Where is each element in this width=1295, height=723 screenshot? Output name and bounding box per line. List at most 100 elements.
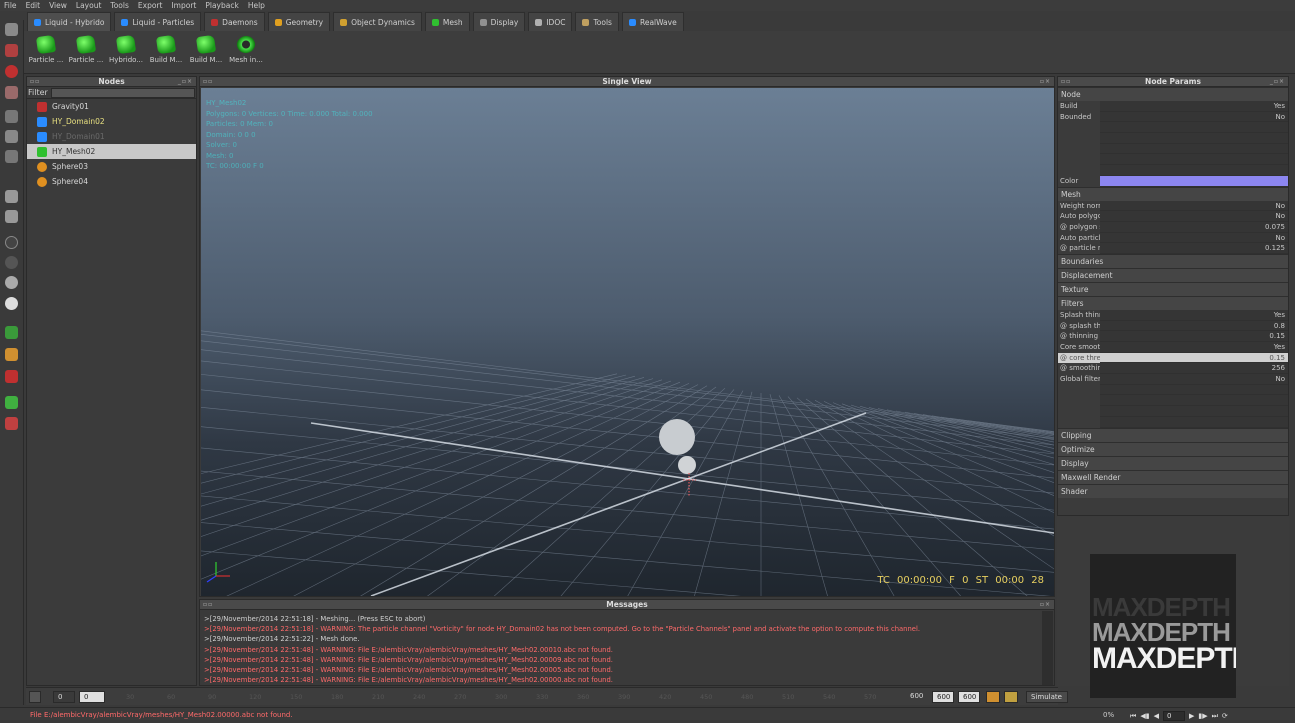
- node-item[interactable]: Sphere03: [27, 159, 196, 174]
- timeline-bar[interactable]: 0 0 30 60 90 120 150 180 210 240 270 300 330 360 390…: [26, 687, 1068, 705]
- tab-liquid-hybrido[interactable]: Liquid - Hybrido: [27, 12, 112, 31]
- param-row[interactable]: Auto particle radius No: [1058, 232, 1288, 244]
- menu-tools[interactable]: Tools: [110, 0, 128, 11]
- tab-liquid-particles[interactable]: Liquid - Particles: [114, 12, 202, 31]
- tab-daemons[interactable]: Daemons: [204, 12, 265, 31]
- param-row[interactable]: @ polygon size 0.075: [1058, 221, 1288, 233]
- select-tool-icon[interactable]: [5, 23, 18, 36]
- param-row[interactable]: [1058, 416, 1288, 428]
- menu-view[interactable]: View: [49, 0, 67, 11]
- menu-layout[interactable]: Layout: [76, 0, 102, 11]
- param-row[interactable]: Global filter No: [1058, 374, 1288, 385]
- section-clipping[interactable]: Clipping: [1058, 427, 1288, 442]
- first-frame-icon[interactable]: ⏮: [1130, 712, 1136, 721]
- viewport-3d[interactable]: HY_Mesh02 Polygons: 0 Vertices: 0 Time: 0…: [201, 88, 1054, 596]
- white-sphere-icon[interactable]: [5, 297, 18, 310]
- param-row[interactable]: [1058, 143, 1288, 155]
- toolbar-button-3[interactable]: Hybrido...: [107, 34, 145, 72]
- param-value[interactable]: No: [1100, 111, 1288, 123]
- menu-edit[interactable]: Edit: [26, 0, 41, 11]
- param-value[interactable]: [1100, 416, 1288, 428]
- section-boundaries[interactable]: Boundaries: [1058, 253, 1288, 268]
- param-row[interactable]: Bounded No: [1058, 111, 1288, 123]
- timeline-end-3[interactable]: 600: [958, 691, 980, 703]
- messages-scrollbar[interactable]: [1042, 611, 1053, 685]
- node-item[interactable]: Gravity01: [27, 99, 196, 114]
- section-texture[interactable]: Texture: [1058, 281, 1288, 296]
- param-value[interactable]: No: [1100, 374, 1288, 385]
- menu-file[interactable]: File: [4, 0, 17, 11]
- param-row[interactable]: @ smoothing steps 256: [1058, 363, 1288, 375]
- param-value[interactable]: [1100, 165, 1288, 176]
- lock-icon[interactable]: [29, 691, 41, 703]
- shape-tool-2-icon[interactable]: [5, 210, 18, 223]
- param-row[interactable]: Build Yes: [1058, 101, 1288, 112]
- param-row[interactable]: [1058, 406, 1288, 417]
- tab-geometry[interactable]: Geometry: [267, 12, 331, 31]
- param-row[interactable]: Auto polygon size No: [1058, 211, 1288, 222]
- step-back-icon[interactable]: ◀▮: [1140, 712, 1149, 720]
- sphere-04-object[interactable]: [678, 456, 696, 474]
- node-item[interactable]: Sphere04: [27, 174, 196, 189]
- toolbar-button-2[interactable]: Particle ...: [67, 34, 105, 72]
- param-row[interactable]: [1058, 154, 1288, 166]
- snap-icon[interactable]: [5, 110, 18, 123]
- param-value[interactable]: 0.8: [1100, 320, 1288, 332]
- param-value[interactable]: Yes: [1100, 342, 1288, 353]
- section-optimize[interactable]: Optimize: [1058, 441, 1288, 456]
- param-row[interactable]: @ core threshold 0.15: [1058, 352, 1288, 364]
- timeline-current-field[interactable]: 0: [79, 691, 105, 703]
- param-row[interactable]: [1058, 384, 1288, 396]
- param-value[interactable]: [1100, 384, 1288, 396]
- menu-export[interactable]: Export: [138, 0, 163, 11]
- rotate-tool-icon[interactable]: [5, 65, 18, 78]
- param-row[interactable]: @ splash threshold 0.8: [1058, 320, 1288, 332]
- section-display[interactable]: Display: [1058, 455, 1288, 470]
- step-forward-icon[interactable]: ▮▶: [1198, 712, 1207, 720]
- grey-sphere-icon[interactable]: [5, 276, 18, 289]
- param-row[interactable]: [1058, 395, 1288, 407]
- menu-help[interactable]: Help: [248, 0, 265, 11]
- param-value[interactable]: No: [1100, 211, 1288, 222]
- simulate-button[interactable]: Simulate: [1026, 691, 1068, 703]
- tab-tools[interactable]: Tools: [575, 12, 619, 31]
- section-node[interactable]: Node: [1058, 87, 1288, 101]
- red-tool-icon[interactable]: [5, 370, 18, 383]
- toolbar-button-5[interactable]: Build M...: [187, 34, 225, 72]
- menu-import[interactable]: Import: [171, 0, 196, 11]
- play-back-icon[interactable]: ◀: [1154, 712, 1159, 720]
- scale-tool-icon[interactable]: [5, 86, 18, 99]
- camera-icon[interactable]: [5, 130, 18, 143]
- section-shader[interactable]: Shader: [1058, 483, 1288, 498]
- section-displacement[interactable]: Displacement: [1058, 267, 1288, 282]
- node-item[interactable]: HY_Mesh02: [27, 144, 196, 159]
- play-icon[interactable]: ▶: [1189, 712, 1194, 720]
- red-box-icon[interactable]: [5, 417, 18, 430]
- section-maxwell-render[interactable]: Maxwell Render: [1058, 469, 1288, 484]
- param-value[interactable]: [1100, 175, 1288, 187]
- timeline-start-field[interactable]: 0: [53, 691, 75, 703]
- param-value[interactable]: Yes: [1100, 101, 1288, 112]
- param-value[interactable]: [1100, 122, 1288, 134]
- param-value[interactable]: 0.075: [1100, 221, 1288, 233]
- green-box-icon[interactable]: [5, 396, 18, 409]
- toolbar-button-1[interactable]: Particle ...: [27, 34, 65, 72]
- param-value[interactable]: 0.125: [1100, 243, 1288, 254]
- param-row[interactable]: Weight normalization No: [1058, 200, 1288, 212]
- param-row[interactable]: [1058, 133, 1288, 144]
- last-frame-icon[interactable]: ⏭: [1212, 712, 1218, 721]
- param-value[interactable]: No: [1100, 232, 1288, 244]
- tab-idoc[interactable]: IDOC: [528, 12, 573, 31]
- timeline-end-2[interactable]: 600: [932, 691, 954, 703]
- param-row[interactable]: [1058, 122, 1288, 134]
- param-value[interactable]: [1100, 154, 1288, 166]
- frame-field[interactable]: 0: [1162, 711, 1185, 721]
- param-value[interactable]: 256: [1100, 363, 1288, 375]
- param-value[interactable]: [1100, 143, 1288, 155]
- section-mesh[interactable]: Mesh: [1058, 186, 1288, 201]
- move-tool-icon[interactable]: [5, 44, 18, 57]
- param-value[interactable]: No: [1100, 200, 1288, 212]
- node-item[interactable]: HY_Domain02: [27, 114, 196, 129]
- keyframe-icon[interactable]: [986, 691, 1000, 703]
- toolbar-button-6[interactable]: Mesh in...: [227, 34, 265, 72]
